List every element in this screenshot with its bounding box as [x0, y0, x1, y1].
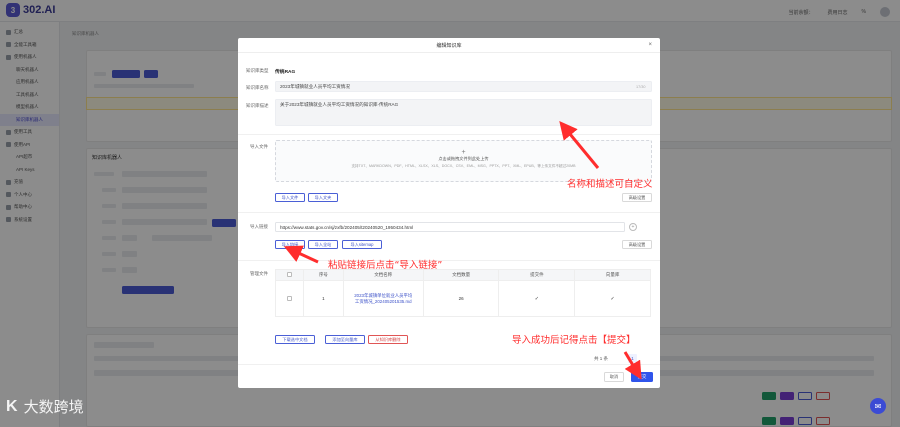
row-index: 1	[302, 280, 344, 317]
import-file-button[interactable]: 导入文件	[275, 193, 305, 202]
table-row: 1 2023年城镇单位就业人员平均工资情况_202405201535.md 26…	[275, 280, 651, 317]
kb-type-value: 传统RAG	[275, 70, 296, 75]
cancel-button[interactable]: 取消	[604, 372, 624, 382]
kb-name-label: 知识库名称	[246, 85, 269, 90]
kb-name-counter: 17/30	[636, 85, 646, 89]
annotation-submit: 导入成功后记得点击【提交】	[512, 335, 636, 346]
row-select-cell[interactable]	[275, 280, 304, 317]
select-all-checkbox[interactable]	[286, 272, 292, 277]
advanced-settings-button-file[interactable]: 高级设置	[622, 193, 652, 202]
col-vector: 向量库	[574, 269, 651, 281]
dropzone-hint: 点击或拖拽文件到此处上传	[438, 156, 489, 161]
col-index: 序号	[302, 269, 344, 281]
divider	[238, 260, 660, 261]
kb-type-label: 知识库类型	[246, 68, 269, 73]
advanced-settings-button-link[interactable]: 高级设置	[622, 240, 652, 249]
row-vector-icon: ✓	[574, 280, 651, 317]
watermark: K 大数跨境	[6, 396, 84, 417]
download-selected-button[interactable]: 下载选中文档	[275, 335, 315, 344]
col-doc-name: 文档名称	[342, 269, 424, 281]
watermark-logo: K	[6, 397, 18, 415]
add-to-vector-button[interactable]: 添加至向量库	[325, 335, 365, 344]
import-file-label: 导入文件	[250, 144, 268, 149]
kb-desc-textarea[interactable]: 关于2023年城镇就业人员平均工资情况的知识库-传统RAG	[275, 99, 652, 126]
link-input[interactable]: https://www.stats.gov.cn/sj/zxfb/202405/…	[275, 222, 625, 232]
import-folder-button[interactable]: 导入文夹	[308, 193, 338, 202]
kb-desc-label: 知识库描述	[246, 103, 269, 108]
import-sitemap-button[interactable]: 导入sitemap	[342, 240, 382, 249]
row-doc-name[interactable]: 2023年城镇单位就业人员平均工资情况_202405201535.md	[353, 293, 413, 305]
chat-bubble-icon[interactable]: ✉	[870, 398, 886, 414]
col-submitted: 提交件	[498, 269, 576, 281]
annotation-name-desc: 名称和描述可自定义	[567, 179, 653, 190]
dialog-header: 编辑知识库 ×	[238, 38, 660, 53]
kb-name-input[interactable]: 2023年城镇就业人员平均工资情况	[275, 81, 652, 92]
delete-from-kb-button[interactable]: 从知识库删除	[368, 335, 408, 344]
select-all-header[interactable]	[275, 269, 304, 281]
row-submitted-icon: ✓	[498, 280, 576, 317]
pager-page-1[interactable]: 1	[628, 354, 637, 363]
row-doc-count: 26	[422, 280, 500, 317]
divider	[238, 212, 660, 213]
import-link-label: 导入链接	[250, 224, 268, 229]
annotation-paste-link: 粘贴链接后点击“导入链接”	[328, 260, 443, 271]
col-doc-count: 文档数量	[422, 269, 500, 281]
add-link-icon[interactable]: +	[629, 223, 637, 231]
upload-plus-icon: +	[461, 149, 466, 156]
manage-files-label: 管理文件	[250, 271, 268, 276]
import-link-button[interactable]: 导入链接	[275, 240, 305, 249]
dialog-title: 编辑知识库	[436, 42, 462, 49]
close-icon[interactable]: ×	[648, 42, 652, 48]
row-doc-name-cell: 2023年城镇单位就业人员平均工资情况_202405201535.md	[342, 280, 424, 317]
watermark-text: 大数跨境	[23, 399, 84, 416]
divider	[238, 364, 660, 365]
divider	[238, 134, 660, 135]
table-header-row: 序号 文档名称 文档数量 提交件 向量库	[275, 269, 651, 281]
row-checkbox[interactable]	[286, 295, 292, 301]
dropzone-formats: 支持TXT、MARKDOWN、PDF、HTML、XLSX、XLS、DOCX、CS…	[351, 164, 576, 168]
submit-button[interactable]: 提交	[631, 372, 653, 382]
import-site-button[interactable]: 导入全站	[308, 240, 338, 249]
files-table: 序号 文档名称 文档数量 提交件 向量库 1 2023年城镇单位就业人员平均工资…	[275, 269, 651, 317]
pager-total: 共 1 条	[594, 356, 609, 361]
